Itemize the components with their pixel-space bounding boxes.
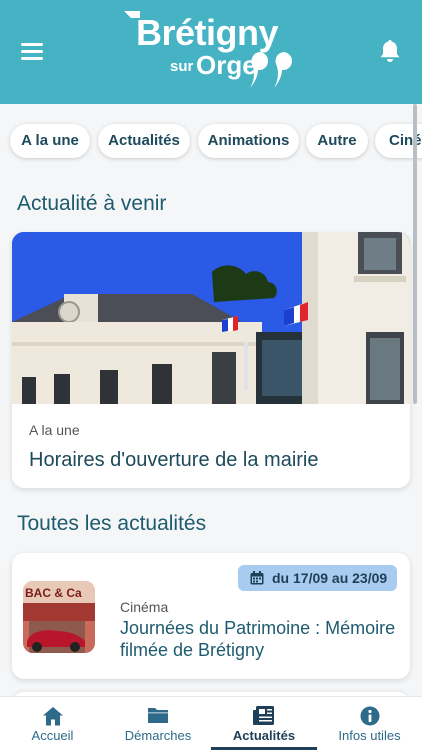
- logo-sur-text: sur: [170, 58, 194, 75]
- chip-animations[interactable]: Animations: [198, 124, 299, 158]
- tab-actualites-label: Actualités: [232, 728, 296, 743]
- chip-a-la-une[interactable]: A la une: [10, 124, 90, 158]
- tab-actualites[interactable]: Actualités: [211, 697, 317, 750]
- tab-demarches-label: Démarches: [124, 728, 192, 743]
- tab-infos-utiles-label: Infos utiles: [338, 728, 401, 743]
- bell-icon[interactable]: [378, 38, 402, 64]
- tab-infos-utiles[interactable]: Infos utiles: [317, 697, 422, 750]
- calendar-icon: [250, 571, 264, 585]
- featured-news-category: A la une: [29, 422, 80, 438]
- bottom-tab-bar: Accueil Démarches Actualités Infos utile…: [0, 696, 422, 750]
- news-title: Journées du Patrimoine : Mémoire filmée …: [120, 618, 396, 660]
- town-hall-photo: [12, 232, 410, 404]
- news-card[interactable]: BAC & Ca du 17/09 au 23/09 Cinéma Journé…: [12, 553, 410, 679]
- logo-quotes-icon: [250, 52, 293, 88]
- tab-accueil-label: Accueil: [31, 728, 74, 743]
- news-category: Cinéma: [120, 599, 169, 615]
- date-range-text: du 17/09 au 23/09: [272, 570, 388, 586]
- chip-actualites[interactable]: Actualités: [98, 124, 190, 158]
- newspaper-icon: [253, 706, 274, 725]
- home-icon: [42, 707, 63, 726]
- tab-demarches[interactable]: Démarches: [105, 697, 211, 750]
- hamburger-menu-icon[interactable]: [21, 43, 43, 60]
- svg-text:BAC & Ca: BAC & Ca: [25, 586, 82, 600]
- all-news-section-title: Toutes les actualités: [17, 512, 207, 535]
- cinema-thumbnail: BAC & Ca: [23, 581, 95, 653]
- app-header: Brétigny sur Orge: [0, 0, 422, 104]
- date-badge: du 17/09 au 23/09: [238, 565, 397, 591]
- featured-news-card[interactable]: A la une Horaires d'ouverture de la mair…: [12, 232, 410, 488]
- tab-accueil[interactable]: Accueil: [0, 697, 105, 750]
- category-tabs: A la une Actualités Animations Autre Cin…: [0, 120, 422, 162]
- logo-orge-text: Orge: [196, 50, 257, 80]
- upcoming-section-title: Actualité à venir: [17, 192, 167, 215]
- featured-news-title: Horaires d'ouverture de la mairie: [29, 449, 319, 471]
- bretigny-logo: Brétigny sur Orge: [118, 8, 308, 94]
- scrollbar[interactable]: [413, 104, 417, 404]
- info-icon: [360, 706, 379, 726]
- chip-autre[interactable]: Autre: [306, 124, 368, 158]
- folder-icon: [148, 708, 168, 723]
